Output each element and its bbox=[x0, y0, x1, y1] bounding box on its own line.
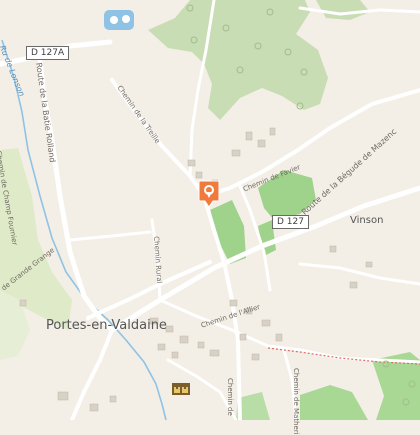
road-shield-d127a: D 127A bbox=[26, 46, 70, 60]
field-south-east bbox=[300, 385, 368, 420]
road-allier bbox=[158, 298, 420, 364]
forest-patch-1 bbox=[316, 0, 370, 20]
map-pin-icon[interactable] bbox=[197, 179, 221, 209]
forest-area-north bbox=[148, 0, 328, 120]
road-label-matheri: Chemin de Matheri bbox=[292, 368, 300, 435]
map-canvas[interactable] bbox=[0, 0, 420, 420]
road-shield-d127: D 127 bbox=[272, 215, 309, 229]
road-local-west bbox=[68, 230, 152, 242]
hamlet-label: Vinson bbox=[350, 215, 384, 226]
road-label-chemin-south: Chemin de bbox=[226, 378, 234, 416]
town-label: Portes-en-Valdaine bbox=[46, 318, 167, 333]
map-view[interactable]: Portes-en-Valdaine Vinson D 127A D 127 R… bbox=[0, 0, 420, 435]
road-east-loop bbox=[298, 262, 420, 286]
castle-icon[interactable] bbox=[172, 380, 190, 395]
